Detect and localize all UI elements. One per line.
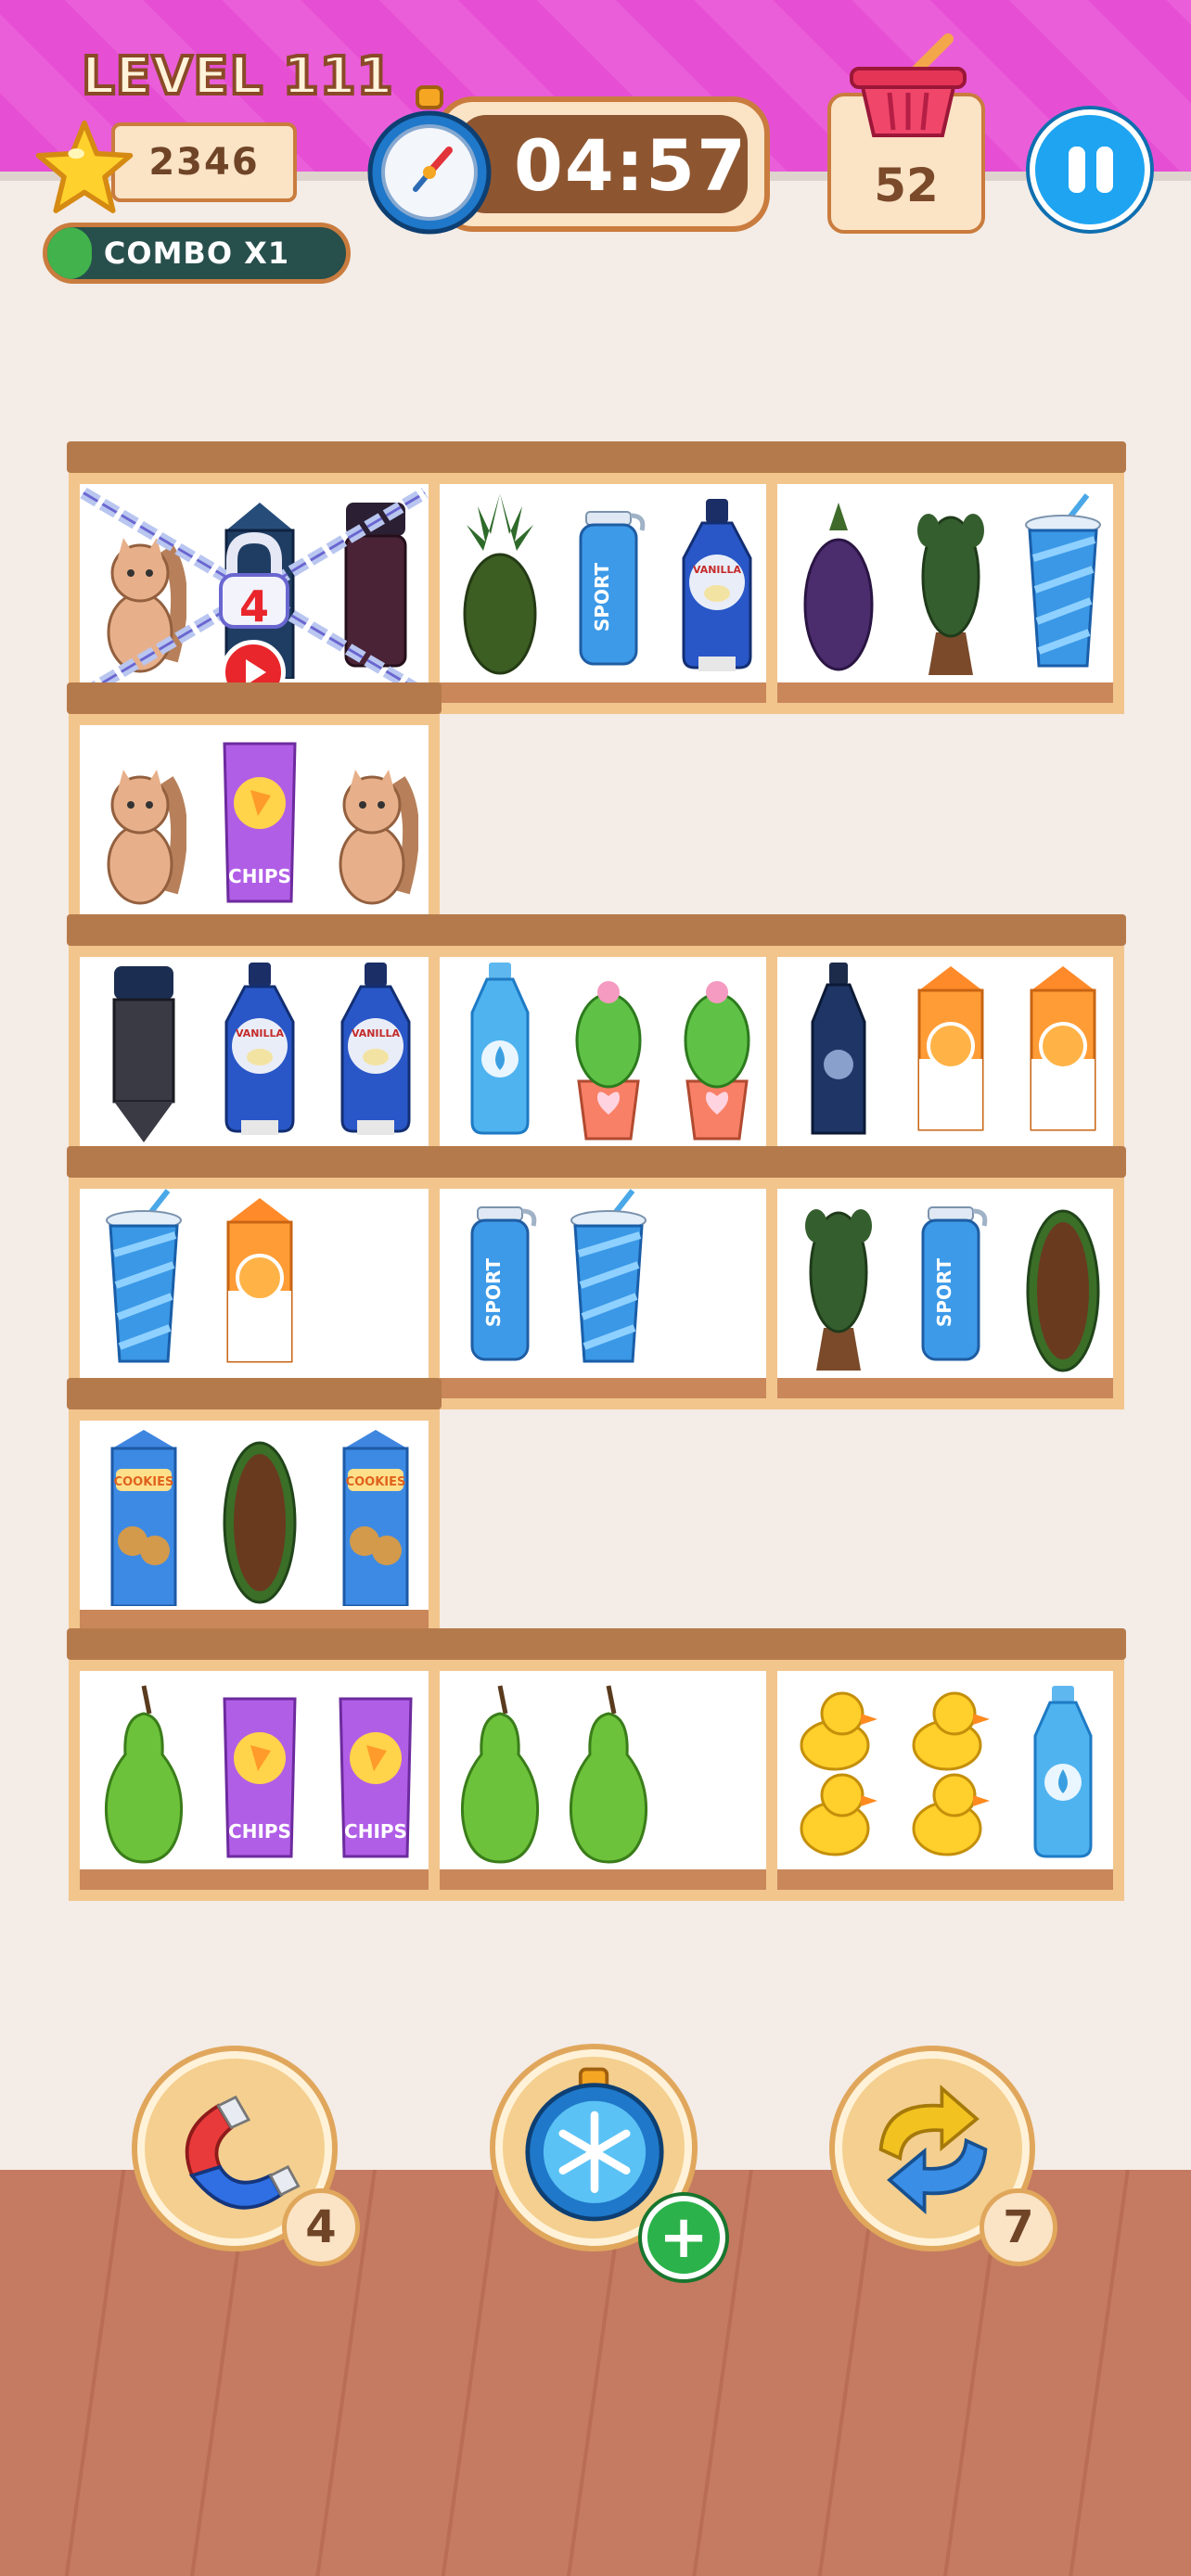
shelf-cell[interactable]: SPORT bbox=[766, 1178, 1124, 1409]
chips-bag-label: CHIPS bbox=[228, 1820, 291, 1843]
water-bottle[interactable] bbox=[1020, 1680, 1106, 1869]
papaya[interactable] bbox=[1020, 1189, 1106, 1378]
shelf-floor bbox=[777, 682, 1113, 703]
shelf-cell[interactable] bbox=[429, 1660, 777, 1901]
shelf-floor bbox=[777, 1869, 1113, 1890]
pear[interactable] bbox=[101, 1680, 186, 1869]
striped-cup[interactable] bbox=[566, 1189, 651, 1378]
shelf-top bbox=[67, 1378, 442, 1409]
shelf-cell[interactable] bbox=[766, 1660, 1124, 1901]
add-freeze-icon[interactable]: + bbox=[642, 2196, 725, 2279]
pencil-thermos[interactable] bbox=[101, 957, 186, 1146]
shelf-top bbox=[67, 914, 1126, 946]
magnet-booster-button[interactable]: 4 bbox=[137, 2051, 360, 2266]
chips-bag[interactable]: CHIPS bbox=[217, 1680, 302, 1869]
sport-bottle[interactable]: SPORT bbox=[908, 1189, 993, 1378]
orange-juice-carton[interactable] bbox=[1020, 957, 1106, 1146]
vanilla-syrup[interactable]: VANILLA bbox=[217, 957, 302, 1146]
shelf-floor bbox=[80, 1610, 429, 1630]
shelf-cell[interactable]: VANILLA VANILLA bbox=[69, 946, 440, 1178]
shelf-cell[interactable]: SPORT bbox=[429, 1178, 777, 1409]
striped-cup[interactable] bbox=[101, 1189, 186, 1378]
cactus[interactable] bbox=[908, 493, 993, 682]
shelf-floor bbox=[777, 1378, 1113, 1398]
vanilla-syrup-label: VANILLA bbox=[693, 564, 742, 576]
dark-bottle[interactable] bbox=[796, 957, 881, 1146]
svg-text:SPORT: SPORT bbox=[482, 1258, 505, 1328]
shelf-top bbox=[67, 682, 442, 714]
orange-juice-carton[interactable] bbox=[217, 1189, 302, 1378]
shelf-cell[interactable] bbox=[429, 946, 777, 1178]
shuffle-booster-button[interactable]: 7 bbox=[835, 2051, 1057, 2266]
water-bottle[interactable] bbox=[457, 957, 543, 1146]
vanilla-syrup[interactable]: VANILLA bbox=[674, 493, 760, 682]
magnet-count-badge: 4 bbox=[282, 2188, 360, 2266]
shelf-top bbox=[67, 1628, 1126, 1660]
shelf-floor bbox=[440, 682, 766, 703]
chips-bag-label: CHIPS bbox=[344, 1820, 407, 1843]
squirrel-figurine[interactable] bbox=[101, 725, 187, 914]
heart-cactus[interactable] bbox=[796, 1189, 881, 1378]
shelf-cell[interactable]: SPORT VANILLA bbox=[429, 473, 777, 714]
shelf-area: 4 SPORT VANILLA CHIPS VANILLA VANILLA SPORT SPO… bbox=[0, 0, 1191, 2040]
shelf-floor bbox=[440, 1378, 766, 1398]
sport-bottle[interactable]: SPORT bbox=[566, 493, 651, 682]
cookies-carton[interactable]: COOKIES bbox=[333, 1421, 418, 1610]
shelf-cell[interactable] bbox=[766, 946, 1124, 1178]
shelf-top bbox=[67, 1146, 1126, 1178]
squirrel-figurine[interactable] bbox=[333, 725, 420, 914]
pear[interactable] bbox=[457, 1680, 543, 1869]
svg-text:SPORT: SPORT bbox=[591, 563, 613, 632]
sport-bottle[interactable]: SPORT bbox=[457, 1189, 543, 1378]
chips-bag[interactable]: CHIPS bbox=[333, 1680, 418, 1869]
potted-cactus[interactable] bbox=[566, 957, 651, 1146]
vanilla-syrup[interactable]: VANILLA bbox=[333, 957, 418, 1146]
cookies-carton-label: COOKIES bbox=[113, 1475, 173, 1489]
rubber-ducks[interactable] bbox=[796, 1680, 881, 1869]
cookies-carton-label: COOKIES bbox=[346, 1475, 406, 1489]
shelf-cell[interactable]: CHIPS CHIPS bbox=[69, 1660, 440, 1901]
pear[interactable] bbox=[566, 1680, 651, 1869]
shelf-floor bbox=[440, 1869, 766, 1890]
shelf-top bbox=[67, 441, 1126, 473]
locked-shelf-cell[interactable]: 4 bbox=[69, 473, 440, 714]
papaya[interactable] bbox=[217, 1421, 302, 1610]
unlock-count: 4 bbox=[238, 581, 269, 631]
pineapple[interactable] bbox=[457, 493, 543, 682]
vanilla-syrup-label: VANILLA bbox=[236, 1027, 285, 1039]
potted-cactus[interactable] bbox=[674, 957, 760, 1146]
shelf-cell[interactable] bbox=[766, 473, 1124, 714]
shelf-floor bbox=[80, 1869, 429, 1890]
vanilla-syrup-label: VANILLA bbox=[352, 1027, 401, 1039]
shelf-cell[interactable] bbox=[69, 1178, 440, 1409]
freeze-booster-button[interactable]: + bbox=[495, 2049, 725, 2279]
chips-bag-label: CHIPS bbox=[228, 865, 291, 887]
rubber-ducks[interactable] bbox=[908, 1680, 993, 1869]
chips-bag[interactable]: CHIPS bbox=[217, 725, 302, 914]
shelf-cell[interactable]: COOKIES COOKIES bbox=[69, 1409, 440, 1641]
shelf-cell[interactable]: CHIPS bbox=[69, 714, 440, 946]
svg-text:SPORT: SPORT bbox=[933, 1258, 955, 1328]
cookies-carton[interactable]: COOKIES bbox=[101, 1421, 186, 1610]
eggplant[interactable] bbox=[796, 493, 881, 682]
orange-juice-carton[interactable] bbox=[908, 957, 993, 1146]
striped-cup[interactable] bbox=[1020, 493, 1106, 682]
shuffle-count-badge: 7 bbox=[980, 2188, 1057, 2266]
